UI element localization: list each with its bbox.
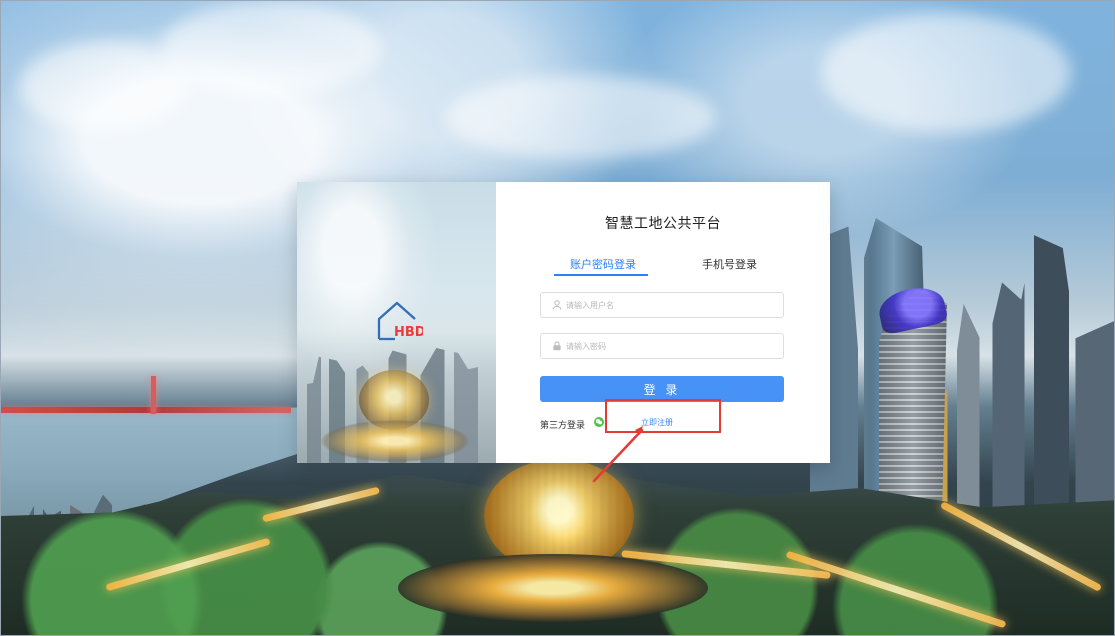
- bridge-tower-background: [151, 376, 156, 414]
- register-link[interactable]: 立即注册: [641, 417, 673, 428]
- wechat-icon[interactable]: [593, 416, 605, 428]
- illustration-sphere-base: [321, 420, 469, 462]
- lock-icon: [553, 341, 561, 351]
- active-tab-underline: [554, 274, 648, 276]
- login-button[interactable]: 登 录: [540, 376, 784, 402]
- login-card: HBD 智慧工地公共平台 账户密码登录 手机号登录 请输入用户名 登 录 第三方…: [297, 182, 830, 463]
- password-field[interactable]: [540, 333, 784, 359]
- login-illustration: HBD: [297, 182, 496, 463]
- logo-text: HBD: [394, 325, 423, 340]
- bridge-background: [1, 407, 291, 413]
- login-form-panel: 智慧工地公共平台 账户密码登录 手机号登录 登 录: [496, 182, 830, 463]
- background-cloud: [161, 1, 381, 96]
- tab-phone-login[interactable]: 手机号登录: [702, 256, 757, 272]
- tab-account-password[interactable]: 账户密码登录: [570, 256, 636, 272]
- background-cloud: [446, 75, 716, 160]
- platform-title: 智慧工地公共平台: [605, 216, 721, 232]
- background-cloud: [821, 13, 1071, 133]
- username-input[interactable]: [566, 293, 776, 317]
- golden-sphere-base: [398, 554, 708, 622]
- username-field[interactable]: [540, 292, 784, 318]
- login-tabs: 账户密码登录 手机号登录: [554, 256, 776, 276]
- user-icon: [552, 300, 562, 310]
- house-logo-icon: HBD: [377, 301, 423, 341]
- third-party-login-label: 第三方登录: [540, 421, 586, 431]
- password-input[interactable]: [566, 334, 776, 358]
- login-screen: HBD 智慧工地公共平台 账户密码登录 手机号登录 请输入用户名 登 录 第三方…: [0, 0, 1115, 636]
